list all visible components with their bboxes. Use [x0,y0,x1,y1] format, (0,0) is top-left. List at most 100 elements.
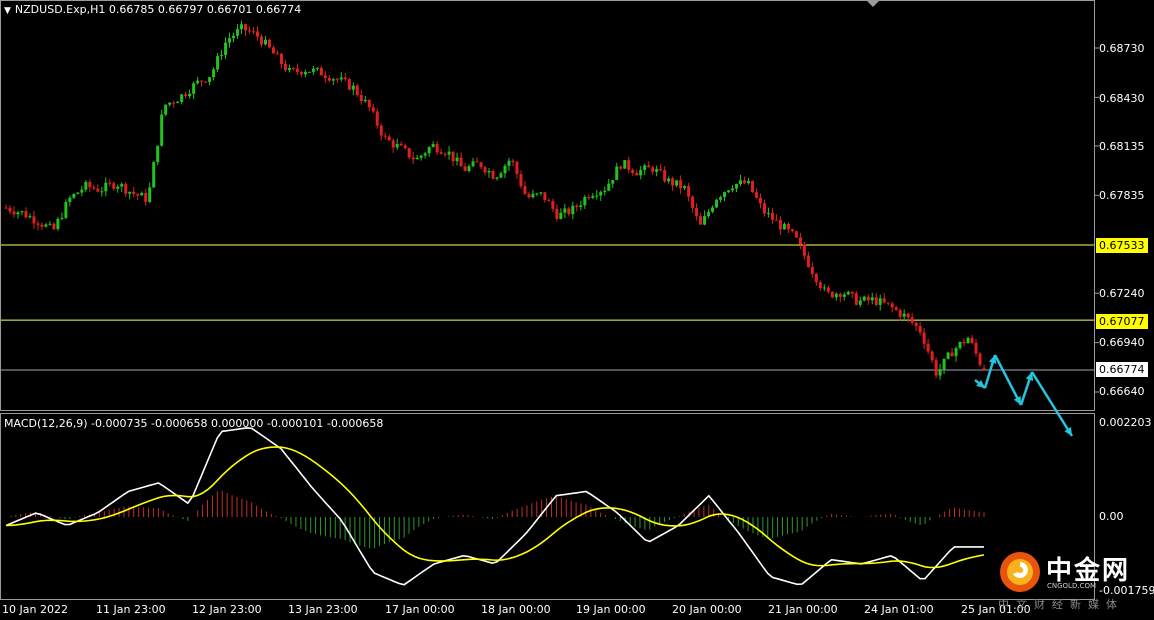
candle-body [890,303,894,308]
candle-body [707,211,711,217]
candle-body [870,297,874,301]
candle-body [216,56,220,70]
candle-body [351,85,355,90]
candle-body [623,160,627,169]
candle-body [152,162,156,188]
candle-body [575,205,579,208]
candle-body [974,342,978,354]
y-tick-label: 0.68430 [1099,92,1145,105]
candle-body [32,216,36,224]
candle-body [287,68,291,71]
candle-body [587,196,591,198]
candle-body [192,83,196,94]
candle-body [543,192,547,201]
candle-body [719,197,723,200]
candle-body [232,35,236,39]
candle-body [591,195,595,198]
candle-body [727,190,731,193]
x-tick-label: 17 Jan 00:00 [385,603,455,616]
candle-body [387,136,391,141]
candle-body [647,165,651,168]
candle-body [878,298,882,305]
candle-body [40,224,44,227]
candle-body [639,170,643,176]
candle-body [742,180,746,184]
candle-body [471,161,475,167]
candle-body [667,178,671,182]
candle-body [671,178,675,186]
candle-body [531,193,535,198]
candle-body [307,71,311,73]
macd-line [5,427,984,586]
candle-body [599,191,603,196]
forecast-arrow-segment [993,354,1023,406]
candle-body [483,167,487,173]
candle-body [263,39,267,45]
y-tick-label: 0.66940 [1099,336,1145,349]
candle-body [731,188,735,191]
candle-body [918,325,922,333]
candle-body [778,219,782,230]
candle-body [259,36,263,45]
candle-body [140,192,144,196]
candle-body [798,237,802,245]
candle-body [970,337,974,343]
candle-body [802,244,806,256]
x-tick-label: 24 Jan 01:00 [864,603,934,616]
x-tick-label: 12 Jan 23:00 [192,603,262,616]
candle-body [982,368,986,370]
candle-body [559,212,563,219]
candle-body [251,31,255,33]
chart-title-text: NZDUSD.Exp,H1 0.66785 0.66797 0.66701 0.… [14,3,302,16]
candle-body [359,95,363,102]
candle-body [108,182,112,184]
candle-body [172,102,176,104]
candle-body [176,101,180,104]
candle-body [367,99,371,108]
candle-body [100,191,104,193]
candle-body [790,229,794,232]
candle-body [679,180,683,189]
candle-body [283,64,287,71]
candle-body [663,170,667,182]
candle-body [786,223,790,230]
candle-body [128,191,132,194]
candle-body [104,182,108,192]
candle-body [703,216,707,225]
candle-body [782,223,786,230]
candle-body [503,165,507,174]
candle-body [431,144,435,148]
candle-body [758,197,762,204]
candlesticks [4,20,986,380]
candle-body [659,168,663,171]
candle-body [822,287,826,289]
candle-body [551,201,555,209]
candle-body [335,79,339,81]
candle-body [866,296,870,301]
candle-body [168,102,172,105]
candle-body [527,194,531,198]
collapse-triangle-icon[interactable]: ▼ [4,6,11,16]
candle-body [523,186,527,195]
chart-canvas [0,0,1099,600]
candle-body [655,168,659,172]
candle-body [112,183,116,189]
level-label-67533: 0.67533 [1096,238,1148,253]
candle-body [407,148,411,158]
candle-body [894,307,898,310]
candle-body [212,69,216,78]
candle-body [200,80,204,82]
candle-body [479,162,483,168]
candle-body [850,291,854,294]
candle-body [84,181,88,190]
candle-body [423,153,427,156]
candle-body [862,296,866,301]
candle-body [842,294,846,297]
candle-body [299,71,303,75]
candle-body [882,298,886,303]
candle-body [363,99,367,102]
candle-body [208,77,212,82]
candle-body [4,207,8,209]
candle-body [766,212,770,214]
candle-body [858,300,862,305]
